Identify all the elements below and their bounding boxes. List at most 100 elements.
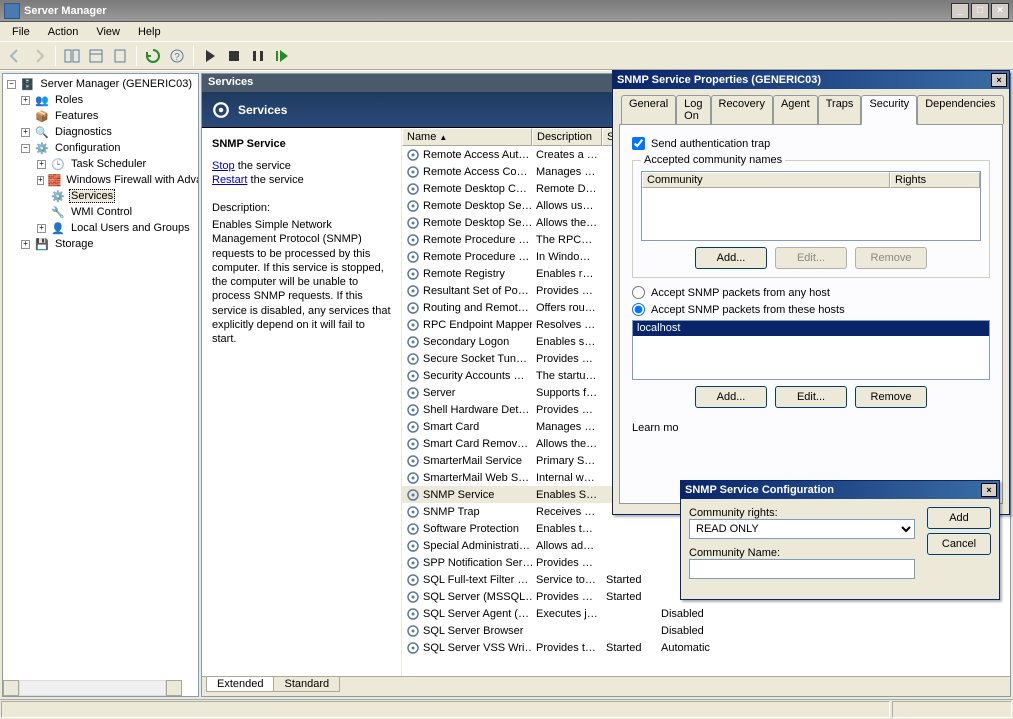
expand-icon[interactable]: + [21,96,30,105]
services-icon: ⚙️ [50,188,66,204]
restart-service-link[interactable]: Restart [212,174,247,186]
forward-button[interactable] [28,45,50,67]
gear-icon [406,420,420,434]
gear-icon [406,471,420,485]
pause-button[interactable] [247,45,269,67]
close-button[interactable]: × [991,3,1009,19]
expand-icon[interactable]: + [37,160,46,169]
tree-wmi[interactable]: 🔧 WMI Control [5,204,196,220]
tree-features[interactable]: 📦 Features [5,108,196,124]
gear-icon [406,352,420,366]
service-row[interactable]: SQL Server VSS Wri…Provides th…StartedAu… [402,639,1010,656]
tab-dependencies[interactable]: Dependencies [917,95,1003,124]
tree-task-scheduler[interactable]: + 🕒 Task Scheduler [5,156,196,172]
column-name[interactable]: Name ▲ [402,128,532,146]
gear-icon [406,454,420,468]
gear-icon [406,182,420,196]
community-name-label: Community Name: [689,547,915,559]
tree-diagnostics[interactable]: + 🔍 Diagnostics [5,124,196,140]
tab-standard[interactable]: Standard [273,677,340,692]
hosts-listbox[interactable]: localhost [632,320,990,380]
tab-logon[interactable]: Log On [676,95,710,124]
service-description: Enables Simple Network Management Protoc… [212,218,391,347]
community-rights-select[interactable]: READ ONLY [689,519,915,539]
community-add-button[interactable]: Add... [695,247,767,269]
gear-icon [406,148,420,162]
hosts-edit-button[interactable]: Edit... [775,386,847,408]
refresh-button[interactable] [142,45,164,67]
host-item[interactable]: localhost [633,321,989,336]
tab-security[interactable]: Security [861,95,917,125]
tab-traps[interactable]: Traps [818,95,862,124]
config-close-button[interactable]: × [981,483,997,497]
security-tab-panel: Send authentication trap Accepted commun… [619,124,1003,504]
community-column[interactable]: Community [642,172,890,188]
back-button[interactable] [4,45,26,67]
show-hide-tree-button[interactable] [61,45,83,67]
tab-agent[interactable]: Agent [773,95,818,124]
firewall-icon: 🧱 [48,172,62,188]
expand-icon[interactable]: + [37,176,44,185]
accepted-community-names-group: Accepted community names Community Right… [632,160,990,278]
tree-configuration[interactable]: − ⚙️ Configuration [5,140,196,156]
export-button[interactable] [109,45,131,67]
hosts-remove-button[interactable]: Remove [855,386,927,408]
community-remove-button[interactable]: Remove [855,247,927,269]
snmp-properties-dialog: SNMP Service Properties (GENERIC03) × Ge… [612,70,1010,515]
tree-services[interactable]: ⚙️ Services [5,188,196,204]
tree-root[interactable]: − 🗄️ Server Manager (GENERIC03) [5,76,196,92]
gear-icon [406,335,420,349]
server-icon: 🗄️ [20,76,36,92]
tree-users[interactable]: + 👤 Local Users and Groups [5,220,196,236]
menu-file[interactable]: File [4,24,38,40]
gear-icon [406,437,420,451]
tab-general[interactable]: General [621,95,676,124]
menu-action[interactable]: Action [40,24,87,40]
minimize-button[interactable]: _ [951,3,969,19]
community-name-input[interactable] [689,559,915,579]
help-button[interactable]: ? [166,45,188,67]
expand-icon[interactable]: + [21,128,30,137]
gear-icon [406,267,420,281]
gear-icon [212,101,230,119]
config-cancel-button[interactable]: Cancel [927,533,991,555]
restart-button[interactable] [271,45,293,67]
dialog-close-button[interactable]: × [991,73,1007,87]
accept-these-radio[interactable] [632,303,645,316]
rights-column[interactable]: Rights [890,172,980,188]
gear-icon [406,386,420,400]
stop-service-link[interactable]: Stop [212,160,235,172]
collapse-icon[interactable]: − [7,80,16,89]
wmi-icon: 🔧 [50,204,66,220]
features-icon: 📦 [34,108,50,124]
tree-firewall[interactable]: + 🧱 Windows Firewall with Adva [5,172,196,188]
hosts-add-button[interactable]: Add... [695,386,767,408]
maximize-button[interactable]: □ [971,3,989,19]
community-edit-button[interactable]: Edit... [775,247,847,269]
storage-icon: 💾 [34,236,50,252]
menu-view[interactable]: View [88,24,128,40]
expand-icon[interactable]: + [21,240,30,249]
expand-icon[interactable]: + [37,224,46,233]
column-description[interactable]: Description [532,128,602,146]
service-row[interactable]: SQL Server BrowserDisabled [402,622,1010,639]
tab-recovery[interactable]: Recovery [711,95,773,124]
tree-roles[interactable]: + 👥 Roles [5,92,196,108]
service-row[interactable]: SQL Server Agent (…Executes j…Disabled [402,605,1010,622]
navigation-tree[interactable]: − 🗄️ Server Manager (GENERIC03) + 👥 Role… [2,73,199,697]
config-add-button[interactable]: Add [927,507,991,529]
properties-button[interactable] [85,45,107,67]
send-auth-trap-checkbox[interactable] [632,137,645,150]
tree-storage[interactable]: + 💾 Storage [5,236,196,252]
gear-icon [406,250,420,264]
tab-extended[interactable]: Extended [206,677,274,692]
play-button[interactable] [199,45,221,67]
menu-help[interactable]: Help [130,24,169,40]
accept-these-label: Accept SNMP packets from these hosts [651,304,845,316]
community-listbox[interactable]: Community Rights [641,171,981,241]
collapse-icon[interactable]: − [21,144,30,153]
learn-more-link[interactable]: Learn mo [632,422,990,434]
accept-any-radio[interactable] [632,286,645,299]
horizontal-scrollbar[interactable] [3,680,182,696]
stop-button[interactable] [223,45,245,67]
